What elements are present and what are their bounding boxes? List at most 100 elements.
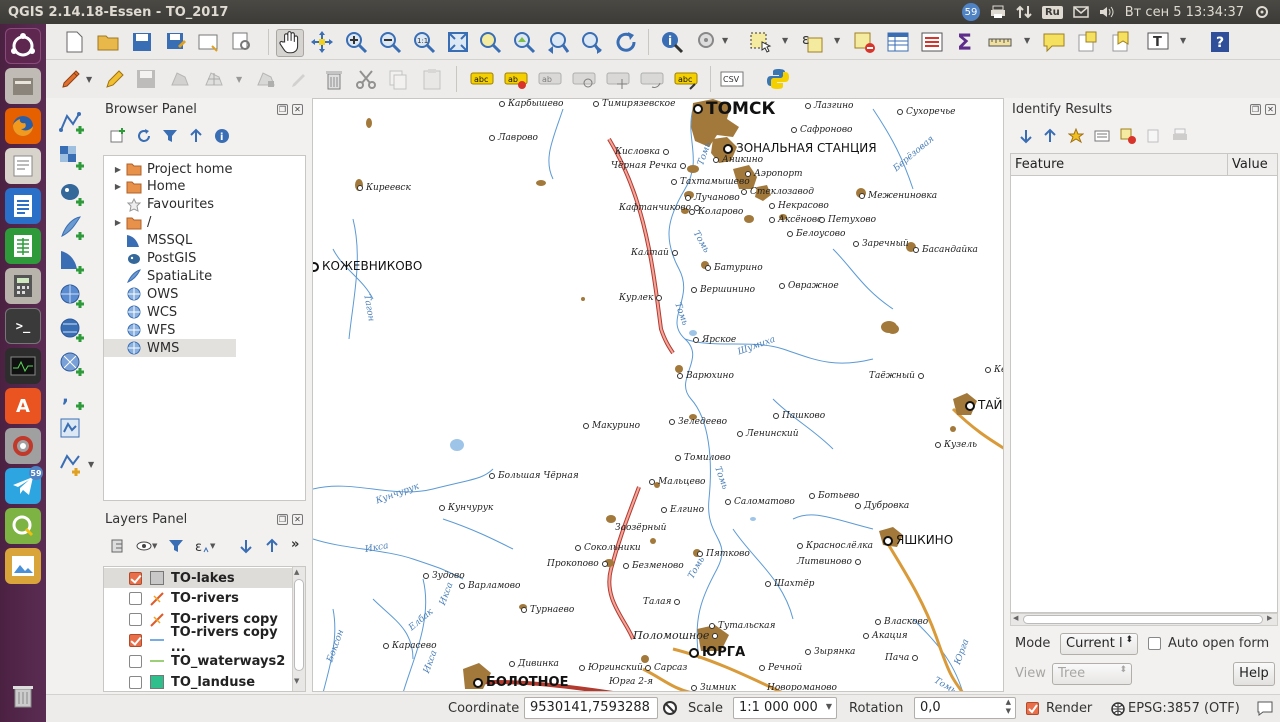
keyboard-layout[interactable]: Ru [1041, 5, 1063, 19]
zoom-full-icon[interactable] [446, 30, 470, 54]
help-button[interactable]: Help [1233, 662, 1275, 686]
software-center-icon[interactable]: A [5, 388, 41, 424]
annotation-dropdown-arrow[interactable]: ▼ [1180, 36, 1186, 45]
layer-item-to-lakes[interactable]: TO-lakes [104, 568, 294, 588]
rotate-label-icon[interactable] [640, 67, 664, 91]
expand-tree-icon[interactable] [1018, 128, 1034, 144]
map-canvas[interactable]: ТОМСК ЗОНАЛЬНАЯ СТАНЦИЯ ЮРГА БОЛОТНОЕ ЯШКИНО… [312, 98, 1004, 692]
layer-styling-icon[interactable] [110, 538, 126, 554]
identify-panel-close-button[interactable]: ✕ [1265, 104, 1276, 115]
layers-scrollbar[interactable]: ▲ ▼ [292, 567, 305, 691]
layer-visibility-checkbox[interactable] [129, 571, 142, 585]
refresh-browser-icon[interactable] [136, 128, 152, 144]
coordinate-field[interactable]: 9530141,7593288 [524, 697, 658, 719]
add-postgis-layer-icon[interactable] [58, 180, 86, 208]
copy-feature-icon[interactable] [1120, 128, 1136, 144]
gear-icon[interactable] [1254, 5, 1270, 19]
more-tools-button[interactable]: » [291, 537, 299, 552]
scroll-down-arrow[interactable]: ▼ [294, 677, 299, 685]
properties-info-icon[interactable]: i [214, 128, 230, 144]
ubuntu-dash-icon[interactable] [5, 28, 41, 64]
show-bookmarks-icon[interactable] [1110, 30, 1134, 54]
zoom-in-icon[interactable] [344, 30, 368, 54]
layers-panel-float-button[interactable]: ❐ [277, 514, 288, 525]
browser-item-mssql[interactable]: MSSQL [104, 232, 304, 250]
layer-item-to-waterways2[interactable]: TO_waterways2 [104, 651, 294, 671]
filter-by-expression-icon[interactable]: ε [194, 538, 210, 554]
browser-panel-close-button[interactable]: ✕ [292, 104, 303, 115]
select-dropdown-arrow[interactable]: ▼ [782, 36, 788, 45]
measure-dropdown-arrow[interactable]: ▼ [1024, 36, 1030, 45]
files-icon[interactable] [5, 68, 41, 104]
open-project-icon[interactable] [96, 30, 120, 54]
layer-item-to-landuse[interactable]: TO_landuse [104, 672, 294, 691]
zoom-native-icon[interactable]: 1:1 [412, 30, 436, 54]
toggle-editing-icon[interactable] [102, 67, 126, 91]
layer-visibility-checkbox[interactable] [129, 633, 142, 647]
layer-item-to-rivers[interactable]: TO-rivers [104, 589, 294, 609]
scroll-left-arrow[interactable]: ◀ [1013, 614, 1018, 622]
browser-item-wfs[interactable]: WFS [104, 321, 304, 339]
add-selected-layers-icon[interactable] [110, 128, 126, 144]
save-project-icon[interactable] [130, 30, 154, 54]
select-by-expression-icon[interactable]: ε [800, 30, 824, 54]
network-transfer-icon[interactable] [1016, 5, 1032, 19]
zoom-out-icon[interactable] [378, 30, 402, 54]
identify-panel-float-button[interactable]: ❐ [1250, 104, 1261, 115]
qgis-icon[interactable] [5, 508, 41, 544]
mode-select[interactable]: Current l ⬍ [1060, 633, 1138, 655]
show-hide-labels-icon[interactable] [572, 67, 596, 91]
column-value[interactable]: Value [1232, 157, 1268, 172]
scale-field[interactable]: 1:1 000 000 ▼ [733, 697, 837, 719]
layer-visibility-checkbox[interactable] [129, 654, 142, 668]
terminal-icon[interactable]: >_ [5, 308, 41, 344]
identify-results-table[interactable]: Feature Value [1010, 153, 1278, 613]
calculator-icon[interactable] [5, 268, 41, 304]
toggle-extents-icon[interactable] [662, 700, 678, 716]
writer-icon[interactable] [5, 188, 41, 224]
layer-visibility-checkbox[interactable] [129, 613, 142, 627]
firefox-icon[interactable] [5, 108, 41, 144]
layer-labeling-icon[interactable]: abc [470, 67, 494, 91]
collapse-all-icon[interactable] [188, 128, 204, 144]
expression-filter-dropdown-arrow[interactable]: ▼ [210, 542, 215, 550]
hscroll-thumb[interactable] [1023, 615, 1263, 624]
map-tips-icon[interactable] [1042, 30, 1066, 54]
render-checkbox[interactable] [1026, 702, 1039, 715]
browser-item-home[interactable]: ▶ Home [104, 178, 304, 196]
visibility-eye-icon[interactable] [136, 538, 152, 554]
deselect-all-icon[interactable] [852, 30, 876, 54]
text-editor-icon[interactable] [5, 148, 41, 184]
expand-arrow-icon[interactable]: ▶ [112, 165, 124, 174]
layer-item-to-rivers-copy[interactable]: TO-rivers copy ... [104, 625, 294, 655]
add-wms-layer-icon[interactable] [58, 282, 86, 310]
notification-badge[interactable]: 59 [961, 3, 980, 21]
browser-item-favourites[interactable]: Favourites [104, 196, 304, 214]
browser-panel-float-button[interactable]: ❐ [277, 104, 288, 115]
zoom-next-icon[interactable] [580, 30, 604, 54]
filter-browser-icon[interactable] [162, 128, 178, 144]
zoom-to-layer-icon[interactable] [512, 30, 536, 54]
identify-features-icon[interactable]: i [660, 30, 684, 54]
delete-selected-icon[interactable] [322, 67, 346, 91]
trash-icon[interactable] [5, 678, 41, 714]
add-virtual-layer-icon[interactable] [58, 416, 86, 444]
expand-new-results-icon[interactable] [1068, 128, 1084, 144]
change-label-icon[interactable]: abc [674, 67, 698, 91]
visibility-dropdown-arrow[interactable]: ▼ [152, 542, 157, 550]
zoom-to-selection-icon[interactable] [478, 30, 502, 54]
add-raster-layer-icon[interactable] [58, 144, 86, 172]
expand-arrow-icon[interactable]: ▶ [112, 182, 124, 191]
layer-visibility-checkbox[interactable] [129, 675, 142, 689]
new-shapefile-layer-icon[interactable] [58, 450, 86, 478]
composer-manager-icon[interactable] [230, 30, 254, 54]
crs-status[interactable]: EPSG:3857 (OTF) [1128, 701, 1240, 716]
printer-icon[interactable] [990, 5, 1006, 19]
browser-item-root[interactable]: ▶ / [104, 214, 304, 232]
image-viewer-icon[interactable] [5, 548, 41, 584]
new-print-composer-icon[interactable] [196, 30, 220, 54]
rotation-field[interactable]: 0,0 ▲ ▼ [914, 697, 1016, 719]
messages-icon[interactable] [1256, 700, 1274, 716]
browser-item-ows[interactable]: OWS [104, 285, 304, 303]
add-csv-layer-icon[interactable]: CSV [720, 67, 744, 91]
